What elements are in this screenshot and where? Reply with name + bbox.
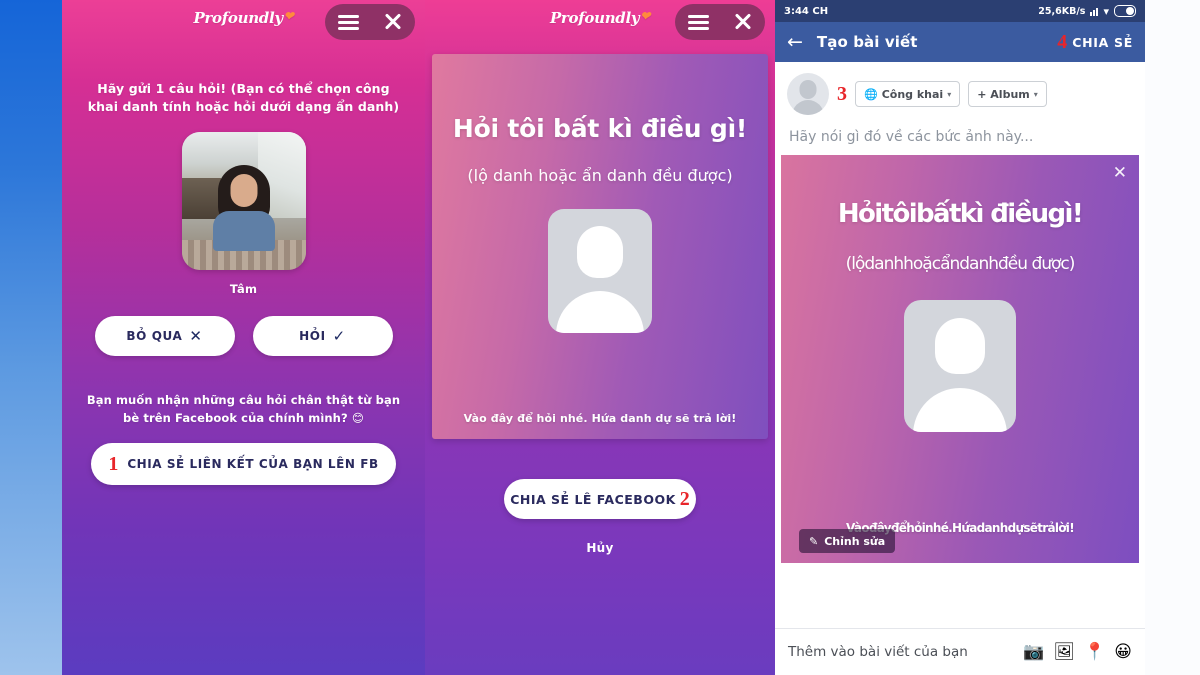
location-pin-icon[interactable]: 📍 (1084, 642, 1105, 662)
share-card-subtitle: (lộ danh hoặc ẩn danh đều được) (467, 166, 733, 185)
privacy-selector[interactable]: 🌐 Công khai ▾ (855, 81, 961, 107)
emoji-smiley-icon[interactable]: 😀 (1114, 642, 1132, 662)
camera-icon[interactable]: 📷 (1023, 642, 1044, 662)
person-name-label: Tâm (229, 282, 258, 297)
step-marker-4: 4 (1057, 31, 1068, 53)
default-avatar-icon (548, 209, 652, 334)
share-preview-card: Hỏi tôi bất kì điều gì! (lộ danh hoặc ẩn… (432, 54, 768, 439)
share-to-facebook-button[interactable]: CHIA SẺ LÊ FACEBOOK 2 (504, 479, 696, 519)
skip-button-label: BỎ QUA (126, 329, 183, 344)
cancel-button[interactable]: Hủy (425, 541, 775, 555)
default-avatar-icon-fb (787, 73, 829, 115)
add-to-post-bar: Thêm vào bài viết của bạn 📷 🖼 📍 😀 (775, 628, 1145, 675)
facebook-appbar: ← Tạo bài viết 4 CHIA SẺ (775, 22, 1145, 62)
panel-profoundly-question: Profoundly❤ Hãy gửi 1 câu hỏi! (Bạn có t… (62, 0, 425, 675)
hamburger-menu-icon-2[interactable] (687, 14, 709, 30)
step-marker-1: 1 (108, 452, 119, 475)
heart-icon-2: ❤ (640, 9, 651, 23)
appbar-share-group[interactable]: 4 CHIA SẺ (1057, 32, 1133, 52)
album-selector[interactable]: + Album ▾ (968, 81, 1047, 107)
share-card-title: Hỏi tôi bất kì điều gì! (452, 114, 748, 143)
phone-status-bar: 3:44 CH 25,6KB/s ▾ (775, 0, 1145, 22)
network-speed-label: 25,6KB/s (1038, 5, 1086, 17)
panel1-headline: Hãy gửi 1 câu hỏi! (Bạn có thể chọn công… (87, 81, 400, 115)
person-photo-image (181, 132, 306, 271)
back-arrow-icon[interactable]: ← (787, 32, 803, 52)
album-label: + Album (977, 87, 1030, 101)
default-avatar-icon-card (904, 299, 1016, 432)
chevron-down-icon: ▾ (947, 89, 952, 99)
panel1-action-row: BỎ QUA ✕ HỎI ✓ (62, 316, 425, 357)
photo-person-face (230, 173, 257, 207)
ask-button[interactable]: HỎI ✓ (252, 316, 393, 357)
avatar-body (556, 291, 644, 334)
step-marker-2: 2 (679, 488, 690, 510)
avatar-head-fb (799, 80, 817, 99)
heart-icon: ❤ (283, 9, 294, 23)
privacy-label: Công khai (881, 87, 944, 101)
step-marker-3: 3 (837, 83, 847, 105)
panel1-subtext: Bạn muốn nhận những câu hỏi chân thật từ… (86, 393, 401, 425)
share-link-to-fb-button[interactable]: 1 CHIA SẺ LIÊN KẾT CỦA BẠN LÊN FB (91, 442, 396, 485)
skip-button[interactable]: BỎ QUA ✕ (94, 316, 235, 357)
close-icon[interactable] (384, 13, 402, 31)
profoundly-logo-text: Profoundly (193, 9, 283, 27)
composer-text-input[interactable]: Hãy nói gì đó về các bức ảnh này... (775, 115, 1145, 155)
profoundly-logo-2: Profoundly❤ (550, 9, 650, 27)
photo-gallery-icon[interactable]: 🖼 (1054, 642, 1076, 662)
edit-image-label: Chỉnh sửa (824, 534, 886, 548)
check-icon: ✓ (332, 327, 346, 346)
panel-share-card: Profoundly❤ Hỏi tôi bất kì điều gì! (lộ … (425, 0, 775, 675)
profoundly-logo-text-2: Profoundly (549, 9, 640, 27)
avatar-head (577, 226, 623, 279)
edit-image-button[interactable]: ✎ Chỉnh sửa (799, 529, 896, 553)
appbar-title: Tạo bài viết (816, 33, 918, 51)
cross-icon: ✕ (189, 327, 203, 346)
composer-header-row: 3 🌐 Công khai ▾ + Album ▾ (775, 62, 1145, 115)
panel1-menu-pill[interactable] (325, 4, 415, 40)
screenshot-root: Profoundly❤ Hãy gửi 1 câu hỏi! (Bạn có t… (0, 0, 1200, 675)
photo-shelf (181, 177, 222, 220)
add-to-post-label: Thêm vào bài viết của bạn (788, 644, 968, 660)
image-card-subtitle: (lộdanhhoặcẩndanhđều được) (845, 254, 1076, 274)
share-to-facebook-label: CHIA SẺ LÊ FACEBOOK (510, 491, 676, 507)
panel-facebook-composer: 3:44 CH 25,6KB/s ▾ ← Tạo bài viết 4 CHIA… (775, 0, 1145, 675)
status-clock: 3:44 CH (784, 5, 829, 17)
chevron-down-icon-album: ▾ (1033, 89, 1038, 99)
left-blue-strip (0, 0, 62, 675)
hamburger-menu-icon[interactable] (337, 14, 359, 30)
battery-icon (1114, 5, 1136, 17)
status-indicators: 25,6KB/s ▾ (1038, 5, 1136, 18)
panel2-menu-pill[interactable] (675, 4, 765, 40)
add-to-post-icons: 📷 🖼 📍 😀 (1023, 642, 1132, 662)
ask-button-label: HỎI (299, 329, 326, 344)
avatar-body-fb (792, 100, 824, 115)
attached-image-card[interactable]: ✕ Hỏitôibấtkì điềugì! (lộdanhhoặcẩndanhđ… (781, 155, 1139, 563)
close-icon-2[interactable] (734, 13, 752, 31)
wifi-icon: ▾ (1103, 4, 1109, 18)
share-link-to-fb-label: CHIA SẺ LIÊN KẾT CỦA BẠN LÊN FB (127, 456, 379, 471)
pencil-icon: ✎ (809, 534, 819, 548)
globe-icon: 🌐 (864, 87, 878, 101)
profoundly-logo: Profoundly❤ (193, 9, 293, 27)
panel1-topbar: Profoundly❤ (62, 0, 425, 46)
signal-bars-icon (1090, 7, 1099, 16)
panel2-topbar: Profoundly❤ (425, 0, 775, 46)
person-photo (181, 132, 306, 271)
photo-person-body (212, 210, 275, 251)
share-card-footer: Vào đây để hỏi nhé. Hứa danh dự sẽ trả l… (463, 412, 737, 425)
avatar-body-card (913, 387, 1007, 432)
remove-image-close-icon[interactable]: ✕ (1113, 165, 1127, 182)
image-card-title: Hỏitôibấtkì điềugì! (837, 199, 1084, 229)
appbar-share-label: CHIA SẺ (1072, 34, 1133, 50)
avatar-head-card (935, 317, 985, 374)
